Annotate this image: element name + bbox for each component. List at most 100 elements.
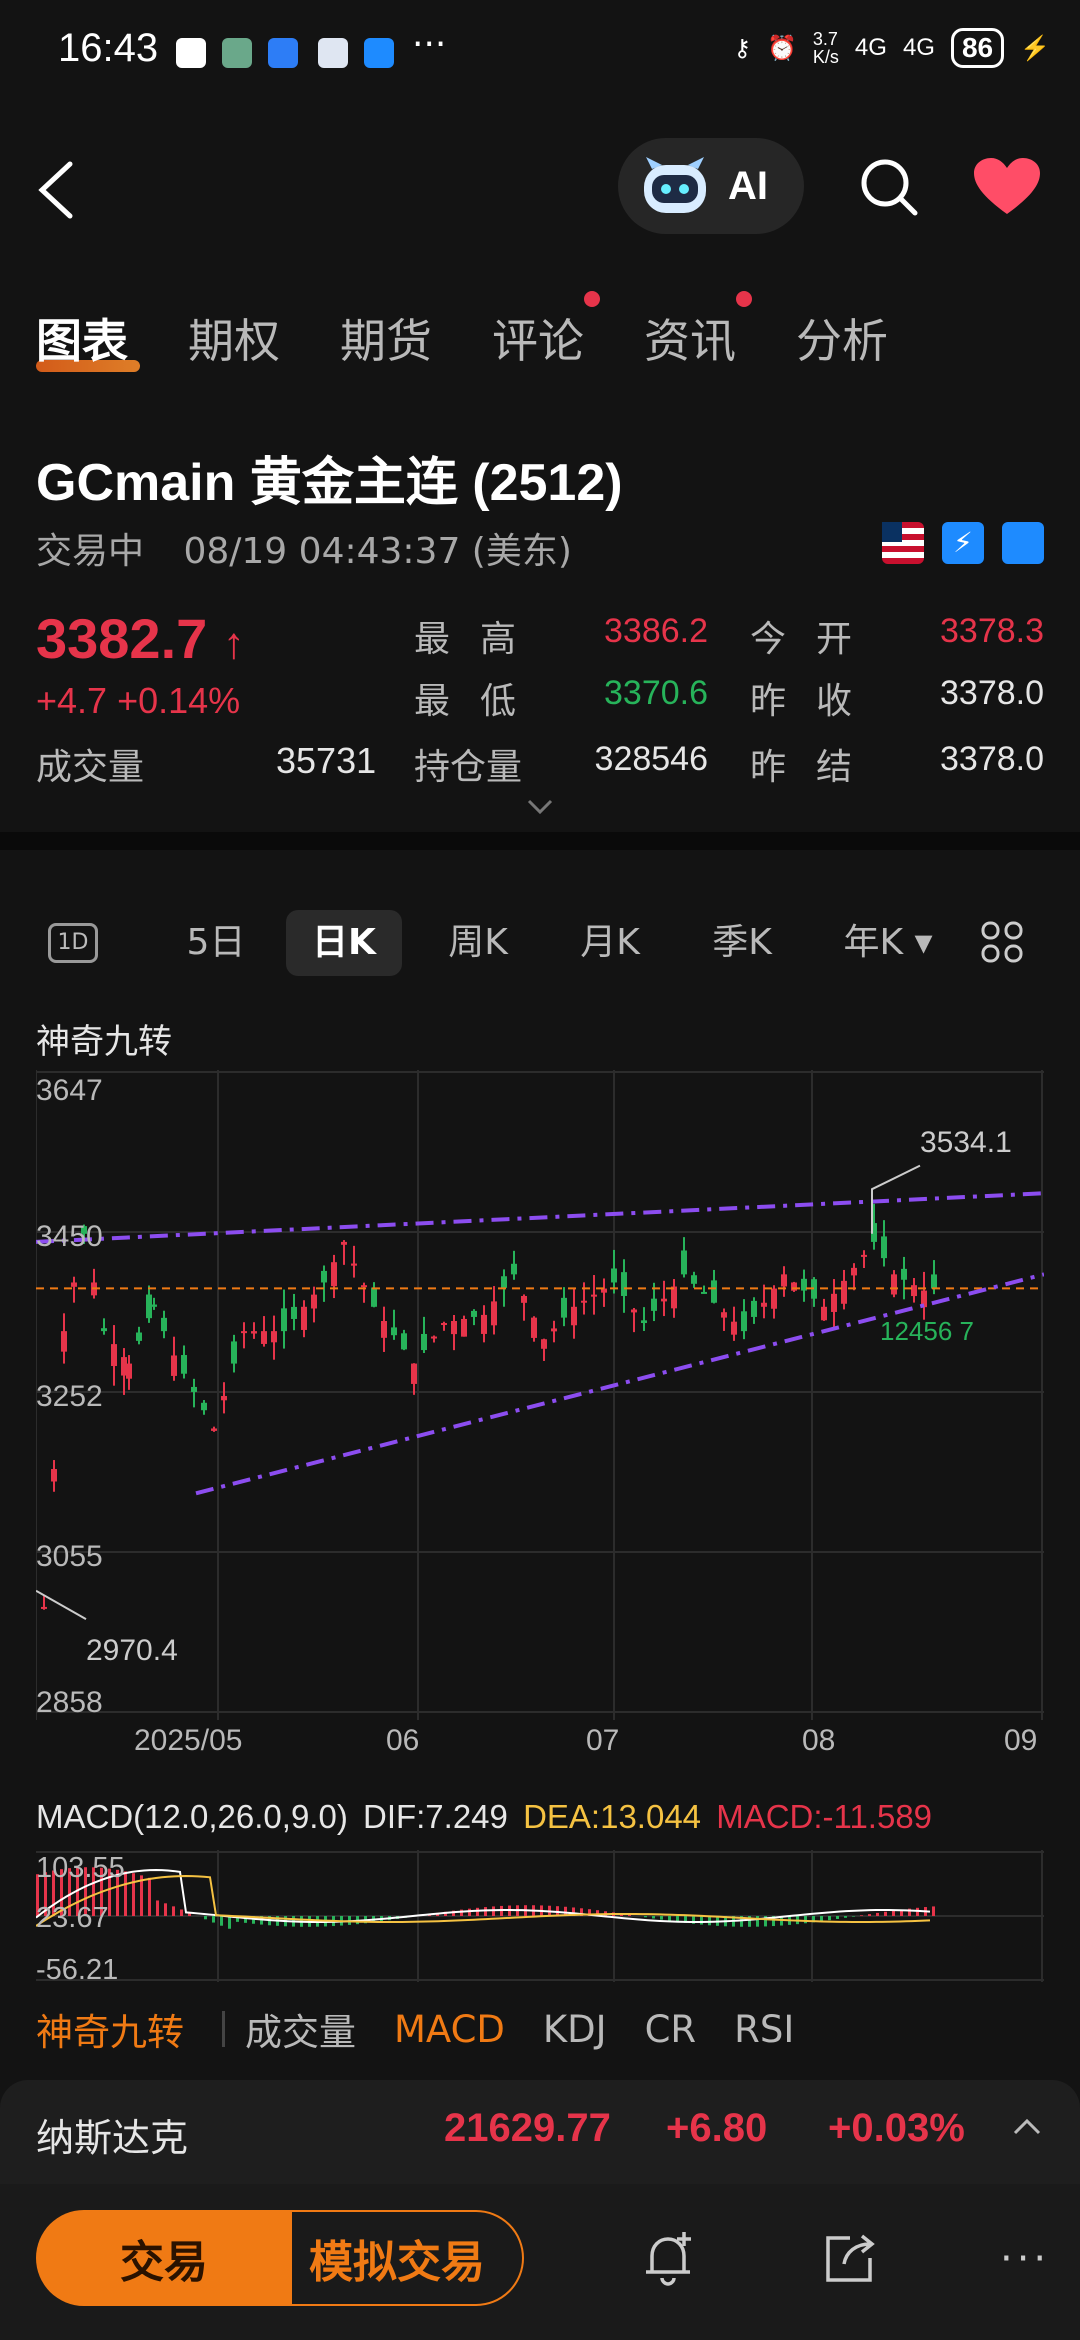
index-value: 21629.77 bbox=[444, 2106, 611, 2150]
candle bbox=[481, 1314, 487, 1334]
search-icon bbox=[861, 159, 918, 216]
alert-button[interactable] bbox=[640, 2228, 700, 2292]
candle bbox=[171, 1355, 177, 1376]
macd-histogram-bar bbox=[228, 1916, 231, 1929]
chart-indicator-title: 神奇九转 bbox=[36, 1022, 172, 1062]
candle bbox=[621, 1272, 627, 1296]
open-interest-value: 328546 bbox=[594, 740, 708, 778]
candle bbox=[851, 1267, 857, 1276]
more-menu-button[interactable]: ··· bbox=[1000, 2236, 1050, 2282]
macd-histogram-bar bbox=[876, 1912, 879, 1916]
tab-analysis[interactable]: 分析 bbox=[796, 305, 888, 371]
expand-index-button[interactable] bbox=[1012, 2116, 1042, 2140]
signal-1-icon: 4G bbox=[854, 34, 887, 61]
indicator-kdj[interactable]: KDJ bbox=[543, 2008, 607, 2051]
candle bbox=[511, 1263, 517, 1275]
chevron-left-icon bbox=[38, 161, 73, 219]
tab-options[interactable]: 期权 bbox=[188, 305, 280, 371]
period-monthly[interactable]: 月K bbox=[560, 910, 660, 976]
candle bbox=[931, 1274, 937, 1289]
macd-histogram-bar bbox=[836, 1916, 839, 1919]
share-button[interactable] bbox=[820, 2228, 880, 2292]
macd-histogram-bar bbox=[492, 1906, 495, 1916]
index-percent: +0.03% bbox=[828, 2106, 965, 2150]
candle bbox=[231, 1341, 237, 1364]
price-change: +4.7 +0.14% bbox=[36, 680, 241, 721]
candle bbox=[381, 1320, 387, 1338]
candle bbox=[221, 1396, 227, 1401]
period-5d[interactable]: 5日 bbox=[166, 910, 266, 976]
period-1d[interactable]: 1D bbox=[48, 910, 98, 976]
prev-close-value: 3378.0 bbox=[940, 674, 1044, 712]
macd-histogram-bar bbox=[700, 1916, 703, 1925]
candle bbox=[211, 1428, 217, 1431]
indicator-rsi[interactable]: RSI bbox=[734, 2008, 794, 2051]
candle bbox=[581, 1300, 587, 1303]
macd-y-tick: 103.55 bbox=[36, 1852, 125, 1884]
candle bbox=[41, 1606, 47, 1609]
lightning-badge-icon: ⚡ bbox=[942, 522, 984, 564]
candle bbox=[761, 1302, 767, 1307]
expand-stats-button[interactable] bbox=[526, 798, 554, 820]
back-button[interactable] bbox=[36, 160, 76, 220]
candle bbox=[201, 1402, 207, 1411]
unread-dot bbox=[584, 291, 600, 307]
search-button[interactable] bbox=[858, 156, 920, 222]
alarm-icon: ⏰ bbox=[767, 34, 797, 62]
dea-line bbox=[36, 1874, 931, 1927]
status-bar: 16:43 ··· ⚷ ⏰ 3.7 K/s 4G 4G 86 ⚡ bbox=[0, 0, 1080, 100]
status-time: 16:43 bbox=[58, 26, 159, 70]
indicator-divider bbox=[222, 2011, 225, 2047]
period-quarterly[interactable]: 季K bbox=[692, 910, 792, 976]
macd-histogram-bar bbox=[148, 1877, 151, 1916]
period-weekly[interactable]: 周K bbox=[428, 910, 528, 976]
macd-histogram-bar bbox=[892, 1910, 895, 1916]
layout-grid-button[interactable] bbox=[980, 920, 1024, 968]
symbol-title: GCmain 黄金主连 (2512) bbox=[36, 454, 623, 512]
candlestick-chart[interactable] bbox=[36, 1070, 1044, 1720]
candle bbox=[501, 1276, 507, 1288]
indicator-macd[interactable]: MACD bbox=[394, 2008, 505, 2051]
candle bbox=[161, 1317, 167, 1332]
candle bbox=[661, 1298, 667, 1302]
candle bbox=[731, 1321, 737, 1335]
low-value: 3370.6 bbox=[604, 674, 708, 712]
bell-plus-icon bbox=[646, 2232, 691, 2286]
tab-futures[interactable]: 期货 bbox=[340, 305, 432, 371]
lower-trendline bbox=[195, 1272, 1044, 1496]
macd-histogram-bar bbox=[212, 1916, 215, 1923]
candle bbox=[411, 1363, 417, 1384]
index-name: 纳斯达克 bbox=[36, 2116, 189, 2160]
key-icon: ⚷ bbox=[733, 34, 752, 62]
candle bbox=[651, 1298, 657, 1311]
macd-histogram-bar bbox=[828, 1916, 831, 1921]
candle bbox=[431, 1336, 437, 1339]
open-value: 3378.3 bbox=[940, 612, 1044, 650]
macd-chart[interactable] bbox=[36, 1850, 1044, 1982]
ai-label: AI bbox=[728, 163, 768, 208]
period-daily[interactable]: 日K bbox=[286, 910, 402, 976]
high-value: 3386.2 bbox=[604, 612, 708, 650]
up-arrow-icon: ↑ bbox=[222, 619, 245, 668]
favorite-button[interactable] bbox=[972, 156, 1042, 222]
indicator-volume[interactable]: 成交量 bbox=[245, 2002, 356, 2056]
tab-chart[interactable]: 图表 bbox=[36, 305, 128, 371]
tab-news[interactable]: 资讯 bbox=[644, 291, 752, 371]
more-notifications-icon: ··· bbox=[412, 24, 447, 65]
indicator-cr[interactable]: CR bbox=[645, 2008, 697, 2051]
tab-comments[interactable]: 评论 bbox=[492, 291, 600, 371]
candle bbox=[821, 1306, 827, 1321]
simulated-trade-button[interactable]: 模拟交易 bbox=[270, 2210, 524, 2306]
candle bbox=[771, 1288, 777, 1309]
x-tick: 08 bbox=[802, 1724, 836, 1757]
candle bbox=[61, 1331, 67, 1352]
candle bbox=[791, 1282, 797, 1291]
candle bbox=[291, 1306, 297, 1319]
indicator-nine-turn[interactable]: 神奇九转 bbox=[36, 2002, 184, 2056]
trade-button[interactable]: 交易 bbox=[36, 2210, 292, 2306]
candle bbox=[751, 1300, 757, 1317]
period-yearly-dropdown[interactable]: 年K ▾ bbox=[828, 910, 948, 976]
macd-histogram-bar bbox=[804, 1916, 807, 1924]
ai-assistant-button[interactable]: AI bbox=[618, 138, 804, 234]
candle bbox=[691, 1275, 697, 1284]
